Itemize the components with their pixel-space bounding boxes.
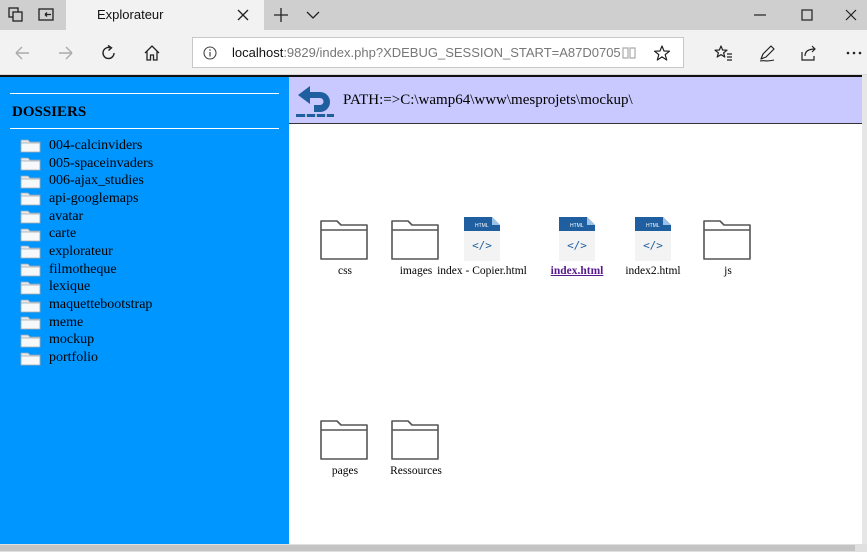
item-label: index - Copier.html xyxy=(437,265,527,277)
folder-item-maquettebootstrap[interactable]: maquettebootstrap xyxy=(20,296,153,314)
forward-arrow-icon[interactable] xyxy=(56,43,76,63)
folder-icon xyxy=(20,246,41,259)
favorite-star-icon[interactable] xyxy=(653,44,671,62)
share-icon[interactable] xyxy=(799,43,819,63)
folder-icon xyxy=(20,263,41,277)
back-folder-icon[interactable] xyxy=(292,83,336,119)
close-window-icon[interactable] xyxy=(843,7,859,23)
folder-label: meme xyxy=(49,314,84,330)
page-content: DOSSIERS 004-calcinviders 005-spaceinvade… xyxy=(0,75,862,544)
back-arrow-icon[interactable] xyxy=(12,43,32,63)
folder-icon xyxy=(391,420,439,460)
folder-label: maquettebootstrap xyxy=(49,297,153,313)
folder-item-portfolio[interactable]: portfolio xyxy=(20,349,153,367)
folder-label: mockup xyxy=(49,332,95,348)
folder-item-filmotheque[interactable]: filmotheque xyxy=(20,261,153,279)
tab-bar: Explorateur xyxy=(0,0,867,30)
folder-icon xyxy=(703,220,751,260)
home-icon[interactable] xyxy=(142,43,162,63)
html-badge-text: HTML xyxy=(475,223,489,229)
refresh-icon[interactable] xyxy=(99,43,119,63)
minimize-icon[interactable] xyxy=(752,7,768,23)
folder-item-ressources[interactable]: Ressources xyxy=(366,417,466,477)
folder-item-004-calcinviders[interactable]: 004-calcinviders xyxy=(20,137,153,155)
set-tabs-aside-icon[interactable] xyxy=(36,5,56,25)
new-tab-icon[interactable] xyxy=(273,7,289,23)
tab-title: Explorateur xyxy=(97,7,164,22)
folder-icon xyxy=(20,210,41,224)
folder-label: carte xyxy=(49,226,77,242)
folder-item-mockup[interactable]: mockup xyxy=(20,332,153,350)
divider xyxy=(10,93,279,94)
tab-actions-icon[interactable] xyxy=(6,5,26,25)
item-label: Ressources xyxy=(390,465,442,477)
close-icon[interactable] xyxy=(236,8,250,22)
folder-item-006-ajax-studies[interactable]: 006-ajax_studies xyxy=(20,172,153,190)
folder-icon xyxy=(20,193,41,206)
folder-label: portfolio xyxy=(49,350,98,366)
folder-icon xyxy=(320,220,368,260)
folder-label: 004-calcinviders xyxy=(49,137,143,153)
code-glyph: </> xyxy=(567,239,587,252)
html-badge-text: HTML xyxy=(570,223,584,229)
folder-item-avatar[interactable]: avatar xyxy=(20,208,153,226)
folder-icon xyxy=(20,228,41,242)
folder-item-js[interactable]: js xyxy=(678,217,778,277)
folder-label: explorateur xyxy=(49,243,113,259)
url-path: :9829/index.php?XDEBUG_SESSION_START=A87… xyxy=(283,45,621,60)
path-bar: PATH:=>C:\wamp64\www\mesprojets\mockup\ xyxy=(289,77,862,124)
folder-item-explorateur[interactable]: explorateur xyxy=(20,243,153,261)
html-file-icon: HTML </> xyxy=(464,217,500,261)
folder-item-carte[interactable]: carte xyxy=(20,225,153,243)
horizontal-scrollbar-thumb[interactable] xyxy=(0,545,855,551)
url-text[interactable]: localhost:9829/index.php?XDEBUG_SESSION_… xyxy=(232,45,621,60)
url-host: localhost xyxy=(232,45,284,60)
folder-list: 004-calcinviders 005-spaceinvaders 006-aja… xyxy=(20,137,153,367)
folder-label: 005-spaceinvaders xyxy=(49,155,154,171)
vertical-scrollbar[interactable] xyxy=(862,75,867,544)
folder-item-meme[interactable]: meme xyxy=(20,314,153,332)
folder-icon xyxy=(20,281,41,295)
folders-sidebar: DOSSIERS 004-calcinviders 005-spaceinvade… xyxy=(0,77,289,544)
address-bar[interactable]: localhost:9829/index.php?XDEBUG_SESSION_… xyxy=(192,37,684,68)
favorites-hub-icon[interactable] xyxy=(713,43,733,63)
folder-icon xyxy=(20,299,41,312)
file-item-index-copier-html[interactable]: HTML </> index - Copier.html xyxy=(432,217,532,277)
sidebar-title: DOSSIERS xyxy=(12,104,87,120)
folder-icon xyxy=(320,420,368,460)
chevron-down-icon[interactable] xyxy=(305,8,321,22)
folder-icon xyxy=(20,334,41,348)
html-file-icon: HTML </> xyxy=(559,217,595,261)
divider xyxy=(10,128,279,129)
folder-icon xyxy=(20,139,41,153)
active-tab[interactable]: Explorateur xyxy=(66,0,264,30)
folder-label: filmotheque xyxy=(49,261,117,277)
folder-label: lexique xyxy=(49,279,91,295)
reading-view-icon[interactable] xyxy=(621,45,637,61)
folder-icon xyxy=(20,352,41,365)
item-label: js xyxy=(724,265,732,277)
html-badge-text: HTML xyxy=(646,223,660,229)
folder-item-005-spaceinvaders[interactable]: 005-spaceinvaders xyxy=(20,155,153,173)
folder-icon xyxy=(20,175,41,189)
info-icon[interactable] xyxy=(203,46,217,60)
folder-icon xyxy=(20,316,41,330)
folder-icon xyxy=(20,157,41,171)
navigation-bar: localhost:9829/index.php?XDEBUG_SESSION_… xyxy=(0,30,867,75)
maximize-icon[interactable] xyxy=(799,7,815,23)
more-options-icon[interactable] xyxy=(844,43,864,63)
folder-item-api-googlemaps[interactable]: api-googlemaps xyxy=(20,190,153,208)
folder-label: avatar xyxy=(49,208,84,224)
horizontal-scrollbar[interactable] xyxy=(0,544,867,552)
pen-notes-icon[interactable] xyxy=(757,43,777,63)
folder-item-lexique[interactable]: lexique xyxy=(20,279,153,297)
folder-label: 006-ajax_studies xyxy=(49,173,144,189)
current-path: PATH:=>C:\wamp64\www\mesprojets\mockup\ xyxy=(343,92,633,108)
folder-label: api-googlemaps xyxy=(49,190,139,206)
html-file-icon: HTML </> xyxy=(635,217,671,261)
code-glyph: </> xyxy=(643,239,663,252)
code-glyph: </> xyxy=(472,239,492,252)
